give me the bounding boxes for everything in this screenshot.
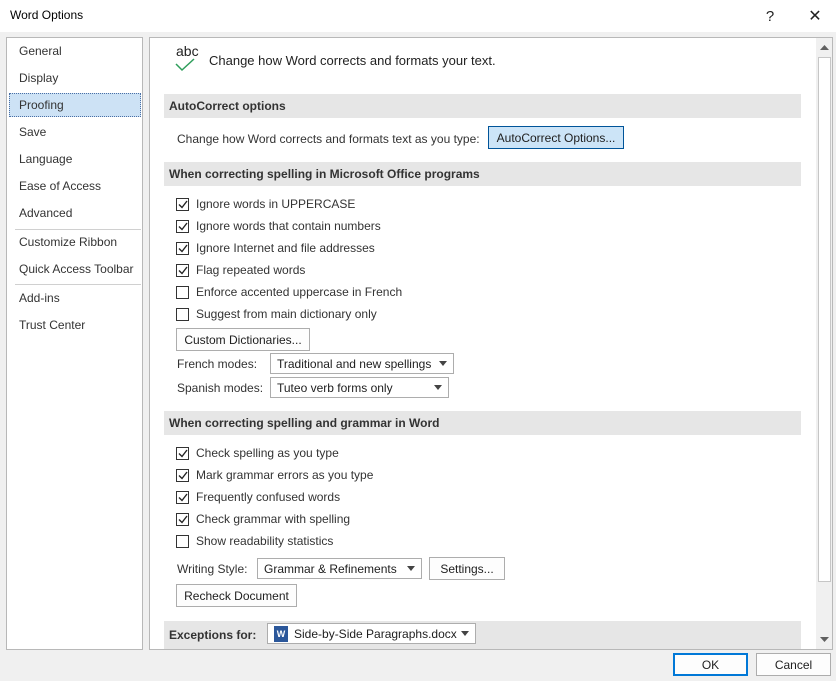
- checkbox-label: Suggest from main dictionary only: [196, 307, 377, 321]
- scroll-down-arrow[interactable]: [816, 631, 832, 648]
- check-icon: [178, 515, 188, 524]
- recheck-document-button[interactable]: Recheck Document: [176, 584, 297, 607]
- checkbox-confused-words[interactable]: Frequently confused words: [176, 488, 340, 506]
- autocorrect-label: Change how Word corrects and formats tex…: [177, 132, 480, 146]
- nav-item-quick-access-toolbar[interactable]: Quick Access Toolbar: [9, 257, 141, 281]
- checkbox-flag-repeated[interactable]: Flag repeated words: [176, 261, 305, 279]
- word-document-icon: W: [274, 625, 288, 642]
- writing-style-value: Grammar & Refinements: [264, 561, 397, 576]
- proofing-panel: abc Change how Word corrects and formats…: [149, 37, 833, 650]
- exceptions-label: Exceptions for:: [169, 628, 257, 642]
- checkbox-ignore-internet[interactable]: Ignore Internet and file addresses: [176, 239, 375, 257]
- window-title: Word Options: [10, 8, 84, 22]
- check-icon: [178, 244, 188, 253]
- french-modes-value: Traditional and new spellings: [277, 356, 432, 371]
- custom-dictionaries-button[interactable]: Custom Dictionaries...: [176, 328, 310, 351]
- check-icon: [178, 449, 188, 458]
- checkbox-label: Ignore Internet and file addresses: [196, 241, 375, 255]
- nav-item-proofing[interactable]: Proofing: [9, 93, 141, 117]
- nav-item-save[interactable]: Save: [9, 120, 141, 144]
- chevron-down-icon: [434, 385, 442, 390]
- nav-item-display[interactable]: Display: [9, 66, 141, 90]
- nav-item-customize-ribbon[interactable]: Customize Ribbon: [9, 230, 141, 254]
- chevron-down-icon: [407, 566, 415, 571]
- check-icon: [178, 471, 188, 480]
- checkbox-box[interactable]: [176, 468, 189, 482]
- panel-description: Change how Word corrects and formats you…: [209, 53, 496, 68]
- checkbox-ignore-numbers[interactable]: Ignore words that contain numbers: [176, 217, 381, 235]
- checkbox-main-dictionary[interactable]: Suggest from main dictionary only: [176, 305, 377, 323]
- exceptions-document-select[interactable]: W Side-by-Side Paragraphs.docx: [267, 623, 476, 644]
- spanish-modes-label: Spanish modes:: [177, 381, 264, 395]
- scroll-up-arrow[interactable]: [816, 39, 832, 56]
- abc-icon-text: abc: [176, 43, 199, 59]
- nav-item-add-ins[interactable]: Add-ins: [9, 286, 141, 310]
- checkbox-box[interactable]: [176, 197, 189, 211]
- checkbox-enforce-french[interactable]: Enforce accented uppercase in French: [176, 283, 402, 301]
- nav-divider: [15, 284, 141, 285]
- check-icon: [178, 222, 188, 231]
- checkbox-box[interactable]: [176, 285, 189, 299]
- checkbox-box[interactable]: [176, 490, 189, 504]
- checkmark-icon: [175, 58, 195, 72]
- checkbox-label: Flag repeated words: [196, 263, 306, 277]
- nav-item-ease-of-access[interactable]: Ease of Access: [9, 174, 141, 198]
- checkbox-box[interactable]: [176, 241, 189, 255]
- spanish-modes-select[interactable]: Tuteo verb forms only: [270, 377, 449, 398]
- checkbox-box[interactable]: [176, 219, 189, 233]
- checkbox-label: Show readability statistics: [196, 534, 334, 548]
- section-word-spelling: When correcting spelling and grammar in …: [164, 411, 801, 435]
- nav-item-advanced[interactable]: Advanced: [9, 201, 141, 225]
- checkbox-label: Ignore words that contain numbers: [196, 219, 381, 233]
- title-bar: Word Options ? ✕: [0, 0, 836, 32]
- nav-item-language[interactable]: Language: [9, 147, 141, 171]
- checkbox-box[interactable]: [176, 446, 189, 460]
- checkbox-box[interactable]: [176, 512, 189, 526]
- nav-item-general[interactable]: General: [9, 39, 141, 63]
- checkbox-label: Check spelling as you type: [196, 446, 339, 460]
- chevron-up-icon: [820, 45, 829, 50]
- help-button[interactable]: ?: [755, 4, 785, 28]
- writing-style-label: Writing Style:: [177, 562, 248, 576]
- section-office-spelling: When correcting spelling in Microsoft Of…: [164, 162, 801, 186]
- checkbox-mark-grammar[interactable]: Mark grammar errors as you type: [176, 466, 373, 484]
- checkbox-box[interactable]: [176, 534, 189, 548]
- checkbox-label: Frequently confused words: [196, 490, 341, 504]
- chevron-down-icon: [820, 637, 829, 642]
- writing-style-select[interactable]: Grammar & Refinements: [257, 558, 422, 579]
- options-nav: General Display Proofing Save Language E…: [6, 37, 143, 650]
- checkbox-check-spelling[interactable]: Check spelling as you type: [176, 444, 339, 462]
- word-options-dialog: Word Options ? ✕ General Display Proofin…: [0, 0, 836, 681]
- french-modes-label: French modes:: [177, 357, 258, 371]
- ok-button[interactable]: OK: [673, 653, 748, 676]
- checkbox-label: Mark grammar errors as you type: [196, 468, 374, 482]
- vertical-scrollbar[interactable]: [816, 38, 832, 649]
- checkbox-readability[interactable]: Show readability statistics: [176, 532, 333, 550]
- checkbox-box[interactable]: [176, 307, 189, 321]
- checkbox-box[interactable]: [176, 263, 189, 277]
- section-exceptions: Exceptions for:: [164, 621, 801, 649]
- autocorrect-options-button[interactable]: AutoCorrect Options...: [488, 126, 624, 149]
- section-autocorrect: AutoCorrect options: [164, 94, 801, 118]
- checkbox-grammar-with-spelling[interactable]: Check grammar with spelling: [176, 510, 350, 528]
- nav-item-trust-center[interactable]: Trust Center: [9, 313, 141, 337]
- check-icon: [178, 493, 188, 502]
- check-icon: [178, 200, 188, 209]
- chevron-down-icon: [439, 361, 447, 366]
- settings-button[interactable]: Settings...: [429, 557, 505, 580]
- cancel-button[interactable]: Cancel: [756, 653, 831, 676]
- scrollbar-thumb[interactable]: [818, 57, 831, 582]
- exceptions-document-value: Side-by-Side Paragraphs.docx: [294, 626, 457, 641]
- checkbox-ignore-uppercase[interactable]: Ignore words in UPPERCASE: [176, 195, 355, 213]
- spanish-modes-value: Tuteo verb forms only: [277, 380, 393, 395]
- close-button[interactable]: ✕: [800, 4, 830, 28]
- checkbox-label: Enforce accented uppercase in French: [196, 285, 403, 299]
- check-icon: [178, 266, 188, 275]
- french-modes-select[interactable]: Traditional and new spellings: [270, 353, 454, 374]
- chevron-down-icon: [461, 631, 469, 636]
- checkbox-label: Ignore words in UPPERCASE: [196, 197, 356, 211]
- checkbox-label: Check grammar with spelling: [196, 512, 351, 526]
